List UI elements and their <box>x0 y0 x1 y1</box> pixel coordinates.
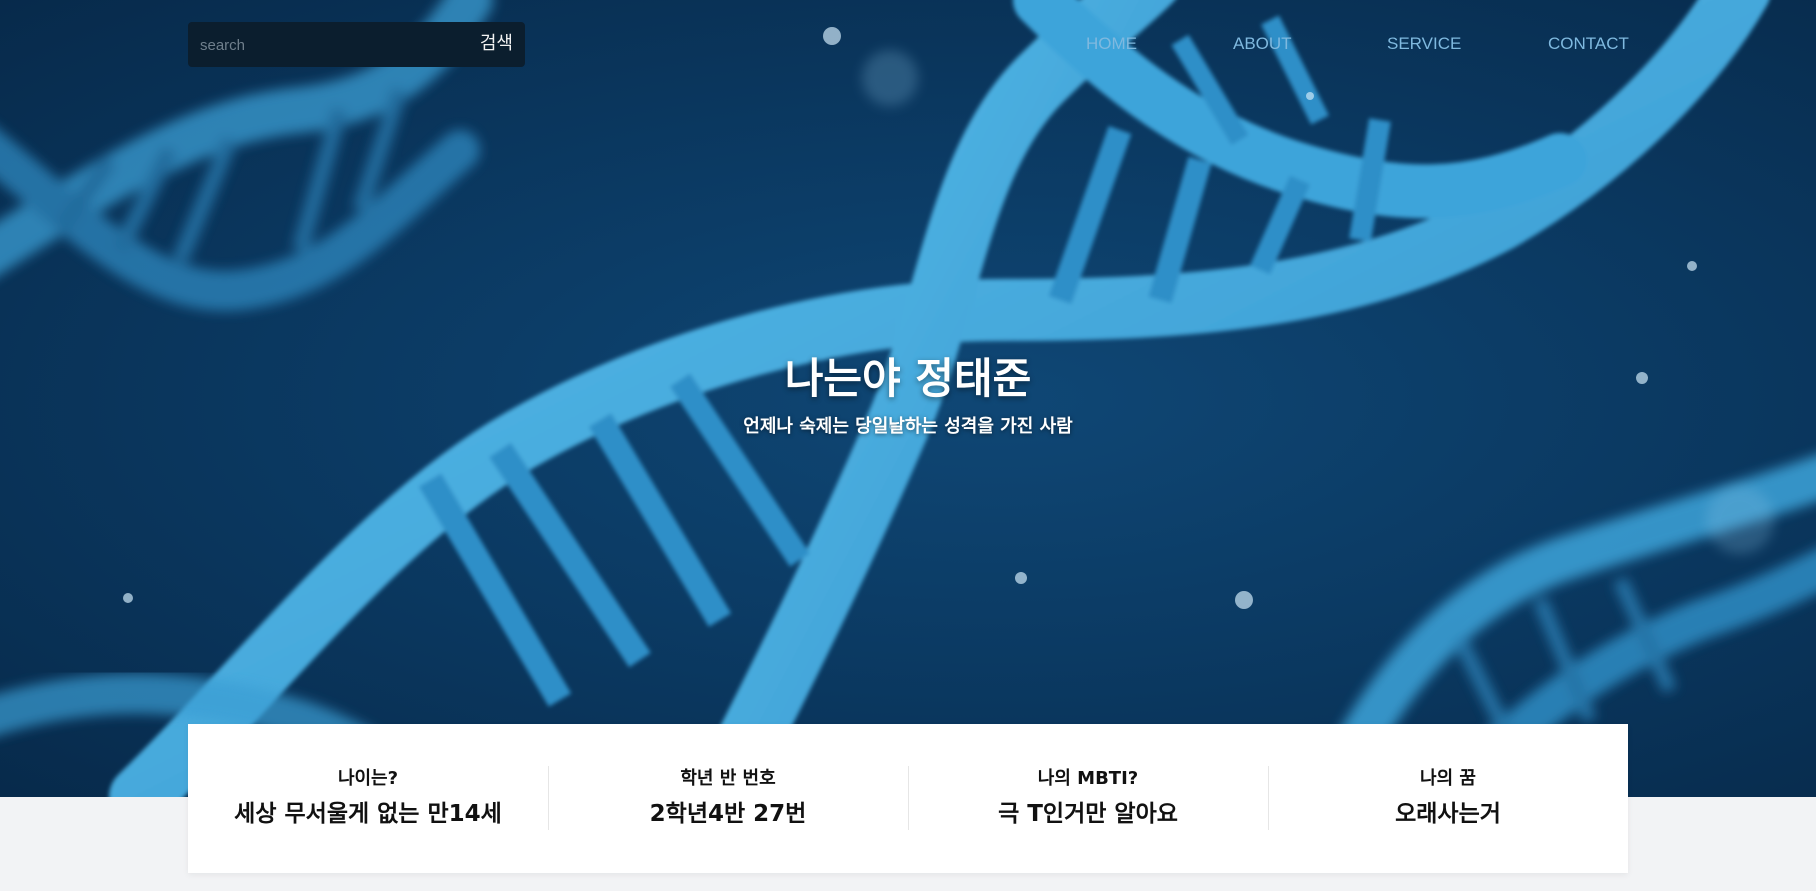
info-item-dream: 나의 꿈 오래사는거 <box>1268 724 1628 873</box>
nav-link-about[interactable]: ABOUT <box>1233 34 1292 54</box>
info-value: 2학년4반 27번 <box>649 801 807 827</box>
main-nav: HOME ABOUT SERVICE CONTACT <box>0 34 1816 58</box>
info-item-age: 나이는? 세상 무서울게 없는 만14세 <box>188 724 548 873</box>
info-card: 나이는? 세상 무서울게 없는 만14세 학년 반 번호 2학년4반 27번 나… <box>188 724 1628 873</box>
hero-title: 나는야 정태준 <box>784 354 1032 403</box>
hero-subtitle: 언제나 숙제는 당일날하는 성격을 가진 사람 <box>743 416 1073 437</box>
info-label: 나의 꿈 <box>1420 768 1476 789</box>
info-label: 나의 MBTI? <box>1037 768 1139 789</box>
nav-link-home[interactable]: HOME <box>1086 34 1137 54</box>
info-item-mbti: 나의 MBTI? 극 T인거만 알아요 <box>908 724 1268 873</box>
info-label: 학년 반 번호 <box>680 768 776 789</box>
info-item-class: 학년 반 번호 2학년4반 27번 <box>548 724 908 873</box>
hero-section: 검색 HOME ABOUT SERVICE CONTACT 나는야 정태준 언제… <box>0 0 1816 797</box>
info-value: 오래사는거 <box>1395 801 1501 827</box>
info-value: 극 T인거만 알아요 <box>998 801 1178 827</box>
nav-link-contact[interactable]: CONTACT <box>1548 34 1629 54</box>
nav-link-service[interactable]: SERVICE <box>1387 34 1461 54</box>
info-value: 세상 무서울게 없는 만14세 <box>234 801 502 827</box>
info-label: 나이는? <box>337 768 399 789</box>
